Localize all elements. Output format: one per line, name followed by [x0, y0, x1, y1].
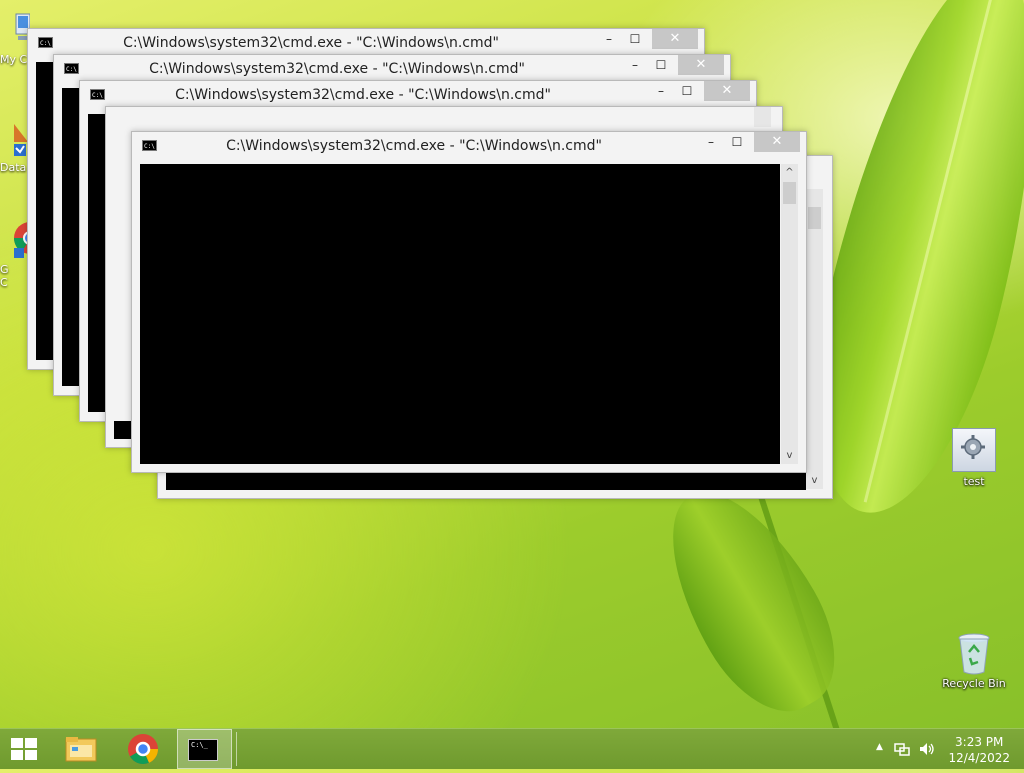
taskbar-file-explorer[interactable] [53, 729, 109, 769]
taskbar-command-prompt[interactable]: C:\_ [177, 729, 237, 769]
data-label: Data [0, 161, 27, 174]
clock-time: 3:23 PM [955, 735, 1004, 749]
cmd-icon: C:\ [64, 63, 79, 74]
cmd-window-active[interactable]: C:\ C:\Windows\system32\cmd.exe - "C:\Wi… [131, 131, 807, 473]
window-title: C:\Windows\system32\cmd.exe - "C:\Window… [149, 61, 525, 77]
my-computer-label: My C [0, 53, 28, 66]
start-button[interactable] [0, 729, 48, 769]
recycle-bin-label: Recycle Bin [942, 677, 1006, 690]
close-button[interactable]: ✕ [652, 29, 698, 49]
window-title: C:\Windows\system32\cmd.exe - "C:\Window… [175, 87, 551, 103]
cmd-icon: C:\ [142, 140, 157, 151]
title-bar[interactable]: C:\ C:\Windows\system32\cmd.exe - "C:\Wi… [54, 55, 730, 83]
console-output[interactable] [114, 421, 132, 439]
window-title: C:\Windows\system32\cmd.exe - "C:\Window… [226, 138, 602, 154]
clock[interactable]: 3:23 PM 12/4/2022 [948, 734, 1010, 766]
title-bar[interactable]: C:\ C:\Windows\system32\cmd.exe - "C:\Wi… [28, 29, 704, 57]
system-tray: ▲ 3:23 PM 12/4/2022 [864, 729, 1024, 769]
console-output[interactable] [36, 62, 54, 360]
window-stack-indicator [233, 732, 237, 766]
cmd-icon: C:\ [90, 89, 105, 100]
maximize-button[interactable]: ☐ [674, 81, 700, 101]
maximize-button[interactable]: ☐ [622, 29, 648, 49]
vertical-scrollbar[interactable]: v [806, 189, 823, 489]
taskbar: C:\_ ▲ 3:23 PM 12/4/2022 [0, 728, 1024, 769]
vertical-scrollbar[interactable] [754, 107, 771, 127]
computer-icon [15, 13, 31, 40]
close-button[interactable]: ✕ [704, 81, 750, 101]
recycle-bin-desktop-icon[interactable]: Recycle Bin [939, 632, 1009, 690]
wallpaper-leaf-small [638, 466, 862, 728]
windows-logo-icon [11, 738, 37, 760]
title-bar[interactable]: C:\ C:\Windows\system32\cmd.exe - "C:\Wi… [80, 81, 756, 109]
console-output[interactable] [140, 164, 780, 464]
folder-icon [65, 737, 97, 762]
console-output[interactable] [62, 88, 80, 386]
clock-date: 12/4/2022 [948, 751, 1010, 765]
scroll-down-arrow[interactable]: v [806, 472, 823, 489]
network-icon[interactable] [894, 741, 910, 757]
test-desktop-icon[interactable]: test [939, 428, 1009, 488]
test-label: test [963, 475, 985, 488]
taskbar-chrome[interactable] [115, 729, 171, 769]
title-bar[interactable]: C:\ C:\Windows\system32\cmd.exe - "C:\Wi… [132, 132, 806, 160]
recycle-bin-icon [953, 632, 995, 675]
console-output[interactable] [166, 472, 806, 490]
maximize-button[interactable]: ☐ [648, 55, 674, 75]
cmd-taskbar-icon: C:\_ [188, 739, 218, 761]
scroll-thumb[interactable] [808, 207, 821, 229]
minimize-button[interactable]: – [622, 55, 648, 75]
window-title: C:\Windows\system32\cmd.exe - "C:\Window… [123, 35, 499, 51]
close-button[interactable]: ✕ [754, 132, 800, 152]
chrome-icon [128, 734, 159, 765]
vertical-scrollbar[interactable]: ^ v [781, 164, 798, 464]
gear-file-icon [952, 428, 996, 472]
data-desktop-icon[interactable]: Data [0, 120, 30, 174]
minimize-button[interactable]: – [596, 29, 622, 49]
my-computer-desktop-icon[interactable]: My C [0, 12, 31, 66]
maximize-button[interactable]: ☐ [724, 132, 750, 152]
scroll-thumb[interactable] [783, 182, 796, 204]
minimize-button[interactable]: – [698, 132, 724, 152]
data-file-icon [14, 124, 28, 156]
desktop: My C Data G C test Recycle Bin C:\ C:\Wi… [0, 0, 1024, 728]
scroll-down-arrow[interactable]: v [781, 447, 798, 464]
show-hidden-icons-button[interactable]: ▲ [876, 742, 883, 752]
volume-icon[interactable] [918, 741, 936, 757]
minimize-button[interactable]: – [648, 81, 674, 101]
scroll-up-arrow[interactable]: ^ [781, 164, 798, 181]
cmd-icon: C:\ [38, 37, 53, 48]
close-button[interactable]: ✕ [678, 55, 724, 75]
